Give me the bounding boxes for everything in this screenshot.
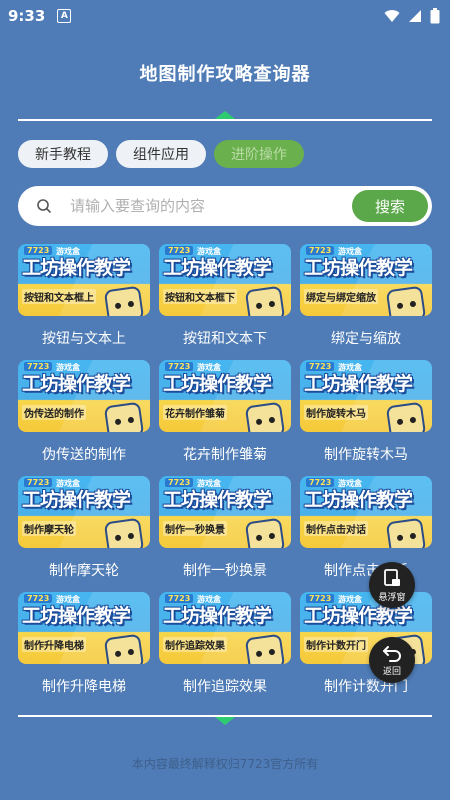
battery-icon xyxy=(430,8,440,24)
tutorial-label[interactable]: 绑定与缩放 xyxy=(300,328,432,348)
mascot-icon xyxy=(103,517,145,548)
tutorial-card[interactable]: 7723 游戏盒 工坊操作教学 按钮和文本框上 按钮与文本上 xyxy=(18,244,150,348)
mascot-icon xyxy=(385,517,427,548)
mascot-icon xyxy=(244,401,286,432)
signal-icon xyxy=(409,10,421,22)
top-divider xyxy=(18,111,432,121)
tutorial-grid: 7723 游戏盒 工坊操作教学 按钮和文本框上 按钮与文本上 7723 游戏盒 … xyxy=(18,244,432,696)
divider-marker-icon xyxy=(215,717,235,725)
tutorial-card[interactable]: 7723 游戏盒 工坊操作教学 伪传送的制作 伪传送的制作 xyxy=(18,360,150,464)
tutorial-thumbnail[interactable]: 7723 游戏盒 工坊操作教学 花卉制作雏菊 xyxy=(159,360,291,432)
status-icons xyxy=(384,8,440,24)
divider-marker-icon xyxy=(215,111,235,119)
tutorial-label[interactable]: 制作升降电梯 xyxy=(18,676,150,696)
tutorial-thumbnail[interactable]: 7723 游戏盒 工坊操作教学 制作升降电梯 xyxy=(18,592,150,664)
mascot-icon xyxy=(103,633,145,664)
tutorial-thumbnail[interactable]: 7723 游戏盒 工坊操作教学 按钮和文本框上 xyxy=(18,244,150,316)
tutorial-label[interactable]: 花卉制作雏菊 xyxy=(159,444,291,464)
tutorial-thumbnail[interactable]: 7723 游戏盒 工坊操作教学 制作点击对话 xyxy=(300,476,432,548)
mascot-icon xyxy=(244,633,286,664)
tab-components[interactable]: 组件应用 xyxy=(116,140,206,168)
tutorial-card[interactable]: 7723 游戏盒 工坊操作教学 按钮和文本框下 按钮和文本下 xyxy=(159,244,291,348)
mascot-icon xyxy=(385,401,427,432)
search-button[interactable]: 搜索 xyxy=(352,190,428,222)
thumbnail-title: 工坊操作教学 xyxy=(163,373,272,395)
tutorial-card[interactable]: 7723 游戏盒 工坊操作教学 制作升降电梯 制作升降电梯 xyxy=(18,592,150,696)
thumbnail-title: 工坊操作教学 xyxy=(163,489,272,511)
mascot-icon xyxy=(244,285,286,316)
thumbnail-subtitle: 制作旋转木马 xyxy=(304,405,368,420)
mascot-icon xyxy=(103,401,145,432)
tutorial-card[interactable]: 7723 游戏盒 工坊操作教学 制作一秒换景 制作一秒换景 xyxy=(159,476,291,580)
thumbnail-subtitle: 制作升降电梯 xyxy=(22,637,86,652)
floating-window-button[interactable]: 悬浮窗 xyxy=(369,562,415,608)
tutorial-label[interactable]: 伪传送的制作 xyxy=(18,444,150,464)
thumbnail-subtitle: 制作摩天轮 xyxy=(22,521,76,536)
back-button[interactable]: 返回 xyxy=(369,637,415,683)
thumbnail-subtitle: 按钮和文本框上 xyxy=(22,289,96,304)
tutorial-label[interactable]: 制作一秒换景 xyxy=(159,560,291,580)
thumbnail-subtitle: 制作点击对话 xyxy=(304,521,368,536)
category-tabs: 新手教程 组件应用 进阶操作 xyxy=(18,140,304,168)
tutorial-card[interactable]: 7723 游戏盒 工坊操作教学 花卉制作雏菊 花卉制作雏菊 xyxy=(159,360,291,464)
tutorial-card[interactable]: 7723 游戏盒 工坊操作教学 制作计数开门 制作计数开门 xyxy=(300,592,432,696)
tutorial-card[interactable]: 7723 游戏盒 工坊操作教学 制作摩天轮 制作摩天轮 xyxy=(18,476,150,580)
thumbnail-title: 工坊操作教学 xyxy=(304,489,413,511)
search-bar: 搜索 xyxy=(18,186,432,226)
status-time: 9:33 xyxy=(8,7,46,25)
tutorial-label[interactable]: 制作摩天轮 xyxy=(18,560,150,580)
back-arrow-icon xyxy=(383,645,401,662)
thumbnail-title: 工坊操作教学 xyxy=(163,605,272,627)
tutorial-label[interactable]: 制作旋转木马 xyxy=(300,444,432,464)
tutorial-thumbnail[interactable]: 7723 游戏盒 工坊操作教学 制作旋转木马 xyxy=(300,360,432,432)
tutorial-thumbnail[interactable]: 7723 游戏盒 工坊操作教学 绑定与绑定缩放 xyxy=(300,244,432,316)
back-label: 返回 xyxy=(382,666,401,677)
thumbnail-title: 工坊操作教学 xyxy=(163,257,272,279)
mascot-icon xyxy=(385,285,427,316)
tutorial-thumbnail[interactable]: 7723 游戏盒 工坊操作教学 按钮和文本框下 xyxy=(159,244,291,316)
tutorial-label[interactable]: 按钮和文本下 xyxy=(159,328,291,348)
tutorial-thumbnail[interactable]: 7723 游戏盒 工坊操作教学 伪传送的制作 xyxy=(18,360,150,432)
bottom-divider xyxy=(18,715,432,725)
wifi-icon xyxy=(384,10,400,22)
thumbnail-subtitle: 按钮和文本框下 xyxy=(163,289,237,304)
tutorial-thumbnail[interactable]: 7723 游戏盒 工坊操作教学 制作摩天轮 xyxy=(18,476,150,548)
tutorial-thumbnail[interactable]: 7723 游戏盒 工坊操作教学 制作追踪效果 xyxy=(159,592,291,664)
notification-icon: A xyxy=(57,9,72,23)
thumbnail-subtitle: 制作追踪效果 xyxy=(163,637,227,652)
page-title: 地图制作攻略查询器 xyxy=(139,64,311,85)
tab-advanced[interactable]: 进阶操作 xyxy=(214,140,304,168)
tutorial-label[interactable]: 制作追踪效果 xyxy=(159,676,291,696)
thumbnail-subtitle: 制作一秒换景 xyxy=(163,521,227,536)
floating-window-label: 悬浮窗 xyxy=(378,592,406,603)
tutorial-thumbnail[interactable]: 7723 游戏盒 工坊操作教学 制作一秒换景 xyxy=(159,476,291,548)
thumbnail-title: 工坊操作教学 xyxy=(22,373,131,395)
footer-copyright: 本内容最终解释权归7723官方所有 xyxy=(131,757,319,771)
mascot-icon xyxy=(103,285,145,316)
status-bar: 9:33 A xyxy=(0,0,450,32)
tab-beginner[interactable]: 新手教程 xyxy=(18,140,108,168)
search-input[interactable] xyxy=(70,197,352,215)
floating-window-icon xyxy=(384,568,400,586)
search-icon xyxy=(37,199,51,213)
tutorial-card[interactable]: 7723 游戏盒 工坊操作教学 制作追踪效果 制作追踪效果 xyxy=(159,592,291,696)
thumbnail-subtitle: 制作计数开门 xyxy=(304,637,368,652)
mascot-icon xyxy=(244,517,286,548)
thumbnail-title: 工坊操作教学 xyxy=(22,489,131,511)
thumbnail-title: 工坊操作教学 xyxy=(22,257,131,279)
thumbnail-subtitle: 伪传送的制作 xyxy=(22,405,86,420)
thumbnail-title: 工坊操作教学 xyxy=(304,373,413,395)
tutorial-label[interactable]: 按钮与文本上 xyxy=(18,328,150,348)
thumbnail-title: 工坊操作教学 xyxy=(22,605,131,627)
tutorial-card[interactable]: 7723 游戏盒 工坊操作教学 制作旋转木马 制作旋转木马 xyxy=(300,360,432,464)
tutorial-card[interactable]: 7723 游戏盒 工坊操作教学 制作点击对话 制作点击对话 xyxy=(300,476,432,580)
tutorial-label[interactable]: 制作计数开门 xyxy=(300,676,432,696)
thumbnail-subtitle: 绑定与绑定缩放 xyxy=(304,289,378,304)
tutorial-card[interactable]: 7723 游戏盒 工坊操作教学 绑定与绑定缩放 绑定与缩放 xyxy=(300,244,432,348)
thumbnail-title: 工坊操作教学 xyxy=(304,257,413,279)
thumbnail-subtitle: 花卉制作雏菊 xyxy=(163,405,227,420)
